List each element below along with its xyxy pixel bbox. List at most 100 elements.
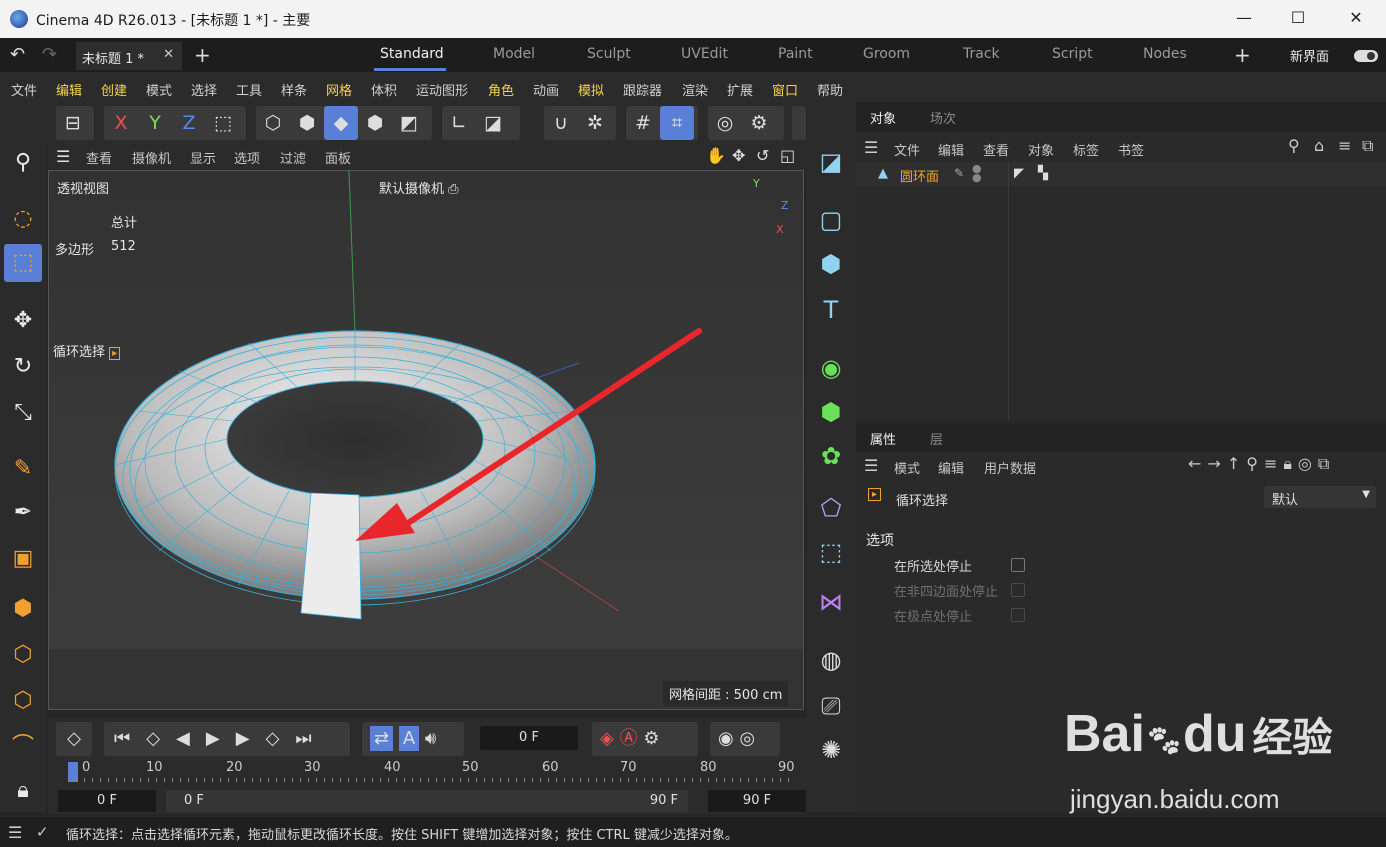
axis-x-button[interactable]: X xyxy=(104,106,138,140)
points-mode-icon[interactable]: ⬡ xyxy=(256,106,290,140)
range-slider[interactable]: 0 F 90 F xyxy=(166,790,688,812)
option-checkbox-stop-at-poles[interactable] xyxy=(1011,608,1025,622)
loop-audio-controls[interactable]: ⇄ A 🔊︎ xyxy=(362,722,464,756)
camera-object-icon[interactable]: ◪ xyxy=(812,142,850,182)
undo-icon[interactable]: ↶ xyxy=(10,44,25,65)
axis-z-button[interactable]: Z xyxy=(172,106,206,140)
polygons-mode-icon[interactable]: ◆ xyxy=(324,106,358,140)
move-icon[interactable]: ✥ xyxy=(4,302,42,340)
live-selection-icon[interactable]: ◌ xyxy=(4,200,42,238)
edit-object-icon[interactable]: ✎ xyxy=(954,166,964,180)
maximize-view-icon[interactable]: ◱ xyxy=(780,146,795,165)
menu-spline[interactable]: 样条 xyxy=(281,80,307,99)
toolbar-overflow[interactable] xyxy=(792,106,806,140)
object-row-torus[interactable]: ▲ 圆环面 ✎ ● ● ◤ ▚ xyxy=(856,162,1386,186)
layout-standard[interactable]: Standard xyxy=(380,46,444,62)
record-icon[interactable]: ◈ xyxy=(600,728,614,749)
loop-selection-icon[interactable]: ⬚ xyxy=(4,244,42,282)
generator-icon[interactable]: ◉ xyxy=(812,348,850,388)
menu-mograph[interactable]: 运动图形 xyxy=(416,80,468,99)
tab-layers[interactable]: 层 xyxy=(930,429,943,451)
object-search-icon[interactable]: ⚲ xyxy=(1288,136,1300,155)
search-icon[interactable]: ⚲ xyxy=(4,144,42,182)
tab-objects[interactable]: 对象 xyxy=(870,108,896,130)
attr-menu-userdata[interactable]: 用户数据 xyxy=(984,458,1036,477)
option-checkbox-stop-at-nonquads[interactable] xyxy=(1011,583,1025,597)
pen-icon[interactable]: ✎ xyxy=(4,450,42,488)
end-frame-field[interactable]: 90 F xyxy=(708,790,806,812)
workplane-icon[interactable]: ∟ xyxy=(442,106,476,140)
object-filter-icon[interactable]: ≡ xyxy=(1338,136,1351,155)
render-settings-icon[interactable]: ⚙ xyxy=(742,106,776,140)
object-menu-object[interactable]: 对象 xyxy=(1028,140,1054,159)
autokey-record-icon[interactable]: Ⓐ xyxy=(620,728,638,749)
render-view-icon[interactable]: ◎ xyxy=(708,106,742,140)
layout-track[interactable]: Track xyxy=(963,46,1000,62)
visibility-dots-icon[interactable]: ● ● xyxy=(972,163,982,183)
timeline-ruler[interactable]: 0 10 20 30 40 50 60 70 80 90 xyxy=(68,760,795,784)
scale-icon[interactable]: ⤡ xyxy=(4,394,42,432)
spline-rect-icon[interactable]: ▢ xyxy=(812,200,850,240)
menu-volume[interactable]: 体积 xyxy=(371,80,397,99)
layout-paint[interactable]: Paint xyxy=(778,46,813,62)
object-newwindow-icon[interactable]: ⧉ xyxy=(1362,136,1373,156)
object-menu-view[interactable]: 查看 xyxy=(983,140,1009,159)
spline-pen-icon[interactable]: ✒ xyxy=(4,494,42,532)
new-tab-icon[interactable]: + xyxy=(194,43,211,67)
viewport-menu-view[interactable]: 查看 xyxy=(86,148,112,167)
menu-tracker[interactable]: 跟踪器 xyxy=(623,80,662,99)
layout-model[interactable]: Model xyxy=(493,46,535,62)
layout-sculpt[interactable]: Sculpt xyxy=(587,46,631,62)
start-frame-field[interactable]: 0 F xyxy=(58,790,156,812)
floor-icon[interactable]: ⌒ xyxy=(4,728,42,766)
viewport-menu-options[interactable]: 选项 xyxy=(234,148,260,167)
lock-icon[interactable]: 🔒︎ xyxy=(4,772,42,810)
menu-character[interactable]: 角色 xyxy=(488,80,514,99)
coordinate-system-icon[interactable]: ⬚ xyxy=(206,106,240,140)
object-home-icon[interactable]: ⌂ xyxy=(1314,136,1324,155)
loop-icon[interactable]: ⇄ xyxy=(370,726,394,751)
perspective-viewport[interactable]: 透视视图 默认摄像机 ⎙ Y Z X 总计 多边形 512 循环选择 ▸ 网格间… xyxy=(48,170,804,710)
uv-mode-icon[interactable]: ◩ xyxy=(392,106,426,140)
option-checkbox-stop-at-selection[interactable] xyxy=(1011,558,1025,572)
minimize-button[interactable]: — xyxy=(1232,8,1256,30)
menu-mesh[interactable]: 网格 xyxy=(326,80,352,99)
layout-script[interactable]: Script xyxy=(1052,46,1093,62)
menu-extensions[interactable]: 扩展 xyxy=(727,80,753,99)
tab-attributes[interactable]: 属性 xyxy=(870,429,896,451)
text-object-icon[interactable]: T xyxy=(812,290,850,330)
cube-mode-1-icon[interactable]: ⬢ xyxy=(4,590,42,628)
camera-label[interactable]: 默认摄像机 ⎙ xyxy=(373,175,465,200)
motion-controls[interactable]: ◉ ◎ xyxy=(710,722,780,756)
orbit-icon[interactable]: ↺ xyxy=(756,146,769,165)
move-view-icon[interactable]: ✥ xyxy=(732,146,745,165)
object-menu-edit[interactable]: 编辑 xyxy=(938,140,964,159)
maximize-button[interactable]: ☐ xyxy=(1286,8,1310,30)
object-menu-bookmarks[interactable]: 书签 xyxy=(1118,140,1144,159)
menu-tools[interactable]: 工具 xyxy=(236,80,262,99)
layout-uvedit[interactable]: UVEdit xyxy=(681,46,728,62)
camera-st-icon[interactable]: ⎚ xyxy=(812,686,850,726)
material-tag-icon[interactable]: ▚ xyxy=(1038,166,1048,181)
status-hamburger-icon[interactable]: ☰ xyxy=(8,823,22,842)
cube-mode-2-icon[interactable]: ⬡ xyxy=(4,636,42,674)
edges-mode-icon[interactable]: ⬢ xyxy=(290,106,324,140)
tray-icon[interactable]: ⊟ xyxy=(56,106,90,140)
deformer-icon[interactable]: ⬠ xyxy=(812,488,850,528)
viewport-hamburger-icon[interactable]: ☰ xyxy=(56,147,70,166)
audio-icon[interactable]: 🔊︎ xyxy=(425,728,436,749)
viewport-menu-display[interactable]: 显示 xyxy=(190,148,216,167)
redo-icon[interactable]: ↷ xyxy=(42,44,57,65)
new-layout-label[interactable]: 新界面 xyxy=(1290,46,1329,65)
object-name[interactable]: 圆环面 xyxy=(900,166,939,185)
tab-takes[interactable]: 场次 xyxy=(930,108,956,130)
document-tab[interactable]: 未标题 1 * ✕ xyxy=(76,42,182,70)
add-layout-icon[interactable]: + xyxy=(1234,43,1251,67)
playback-controls[interactable]: ⏮◇◀▶▶◇⏭ xyxy=(104,722,350,756)
layout-groom[interactable]: Groom xyxy=(863,46,910,62)
attr-nav-icons[interactable]: ←→↑⚲≡🔒︎◎⧉ xyxy=(1188,454,1335,474)
record-controls[interactable]: ◈ Ⓐ ⚙ xyxy=(592,722,698,756)
menu-file[interactable]: 文件 xyxy=(11,80,37,99)
polygon-pen-icon[interactable]: ▣ xyxy=(4,540,42,578)
menu-animation[interactable]: 动画 xyxy=(533,80,559,99)
